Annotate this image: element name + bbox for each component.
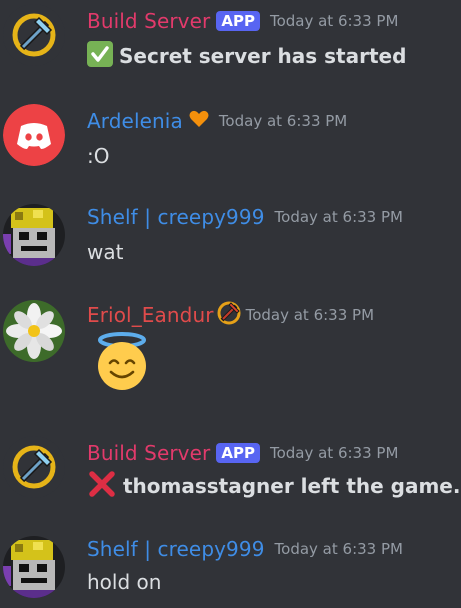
avatar[interactable] bbox=[3, 4, 65, 66]
author-name[interactable]: Ardelenia bbox=[87, 109, 183, 133]
orange-heart-icon bbox=[189, 110, 209, 132]
message-text: wat bbox=[87, 240, 124, 264]
message-header: Build Server APP Today at 6:33 PM bbox=[87, 8, 398, 34]
message-content: :O bbox=[87, 142, 109, 170]
message-content: wat bbox=[87, 238, 123, 266]
message-text: hold on bbox=[87, 570, 162, 594]
timestamp[interactable]: Today at 6:33 PM bbox=[246, 306, 374, 324]
message-6: Shelf | creepy999 Today at 6:33 PM hold … bbox=[0, 528, 461, 608]
message-header: Eriol_Eandur Today at 6:33 PM bbox=[87, 300, 374, 330]
message-header: Shelf | creepy999 Today at 6:33 PM bbox=[87, 536, 403, 562]
avatar[interactable] bbox=[3, 300, 65, 362]
message-header: Shelf | creepy999 Today at 6:33 PM bbox=[87, 204, 403, 230]
pixel-character-avatar bbox=[3, 536, 65, 598]
message-4: Eriol_Eandur Today at 6:33 PM bbox=[0, 294, 461, 404]
message-content: hold on bbox=[87, 568, 161, 596]
message-content: thomasstagner left the game. bbox=[87, 470, 461, 500]
timestamp[interactable]: Today at 6:33 PM bbox=[219, 112, 347, 130]
author-name[interactable]: Shelf | creepy999 bbox=[87, 205, 265, 229]
message-content: Secret server has started bbox=[87, 40, 407, 72]
author-name[interactable]: Shelf | creepy999 bbox=[87, 537, 265, 561]
timestamp[interactable]: Today at 6:33 PM bbox=[270, 444, 398, 462]
timestamp[interactable]: Today at 6:33 PM bbox=[270, 12, 398, 30]
blue-pickaxe-ring-icon bbox=[3, 436, 65, 498]
white-flower-avatar bbox=[3, 300, 65, 362]
app-badge: APP bbox=[216, 11, 260, 31]
message-2: Ardelenia Today at 6:33 PM :O bbox=[0, 100, 461, 180]
author-name[interactable]: Build Server bbox=[87, 441, 210, 465]
message-5: Build Server APP Today at 6:33 PM thomas… bbox=[0, 432, 461, 512]
avatar[interactable] bbox=[3, 436, 65, 498]
check-mark-icon bbox=[87, 40, 113, 72]
pixel-character-avatar bbox=[3, 204, 65, 266]
message-header: Build Server APP Today at 6:33 PM bbox=[87, 440, 398, 466]
message-content bbox=[87, 331, 157, 397]
author-name[interactable]: Build Server bbox=[87, 9, 210, 33]
app-badge: APP bbox=[216, 443, 260, 463]
avatar[interactable] bbox=[3, 204, 65, 266]
blue-pickaxe-ring-icon bbox=[3, 4, 65, 66]
message-3: Shelf | creepy999 Today at 6:33 PM wat bbox=[0, 196, 461, 276]
message-text: thomasstagner left the game. bbox=[123, 474, 461, 498]
avatar[interactable] bbox=[3, 104, 65, 166]
cross-mark-icon bbox=[87, 469, 117, 504]
timestamp[interactable]: Today at 6:33 PM bbox=[275, 540, 403, 558]
timestamp[interactable]: Today at 6:33 PM bbox=[275, 208, 403, 226]
author-name[interactable]: Eriol_Eandur bbox=[87, 303, 214, 327]
message-1: Build Server APP Today at 6:33 PM Secret… bbox=[0, 0, 461, 80]
message-header: Ardelenia Today at 6:33 PM bbox=[87, 108, 347, 134]
smiling-face-with-halo-emoji bbox=[87, 331, 157, 397]
message-text: :O bbox=[87, 144, 110, 168]
red-pickaxe-ring-icon bbox=[216, 300, 242, 330]
message-text: Secret server has started bbox=[119, 44, 407, 68]
avatar[interactable] bbox=[3, 536, 65, 598]
discord-logo-icon bbox=[3, 104, 65, 166]
